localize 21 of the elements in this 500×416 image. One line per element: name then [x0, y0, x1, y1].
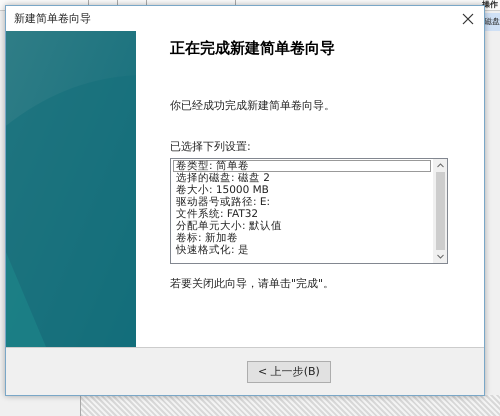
intro-text: 你已经成功完成新建简单卷向导。	[170, 98, 336, 113]
settings-list[interactable]: 卷类型: 简单卷 选择的磁盘: 磁盘 2 卷大小: 15000 MB 驱动器号或路径: E: 文件系统: FAT32 分配单元大小: 默认值 卷标: 新加卷 快速格式化: 是	[170, 158, 448, 264]
settings-item[interactable]: 选择的磁盘: 磁盘 2	[173, 172, 431, 184]
settings-item[interactable]: 卷类型: 简单卷	[173, 160, 431, 172]
scroll-up-icon[interactable]	[436, 163, 444, 168]
settings-item[interactable]: 卷大小: 15000 MB	[173, 184, 431, 196]
settings-item[interactable]: 文件系统: FAT32	[173, 208, 431, 220]
closing-text: 若要关闭此向导，请单击"完成"。	[170, 276, 336, 291]
settings-item[interactable]: 分配单元大小: 默认值	[173, 220, 431, 232]
scroll-down-icon[interactable]	[436, 254, 444, 259]
settings-item[interactable]: 卷标: 新加卷	[173, 232, 431, 244]
wizard-heading: 正在完成新建简单卷向导	[170, 39, 336, 58]
close-icon	[462, 12, 474, 24]
settings-item[interactable]: 驱动器号或路径: E:	[173, 196, 431, 208]
back-button[interactable]: < 上一步(B)	[247, 360, 331, 382]
close-button[interactable]	[460, 10, 476, 26]
settings-label: 已选择下列设置:	[170, 139, 252, 154]
scrollbar-thumb[interactable]	[436, 172, 444, 250]
settings-item[interactable]: 快速格式化: 是	[173, 244, 431, 256]
scrollbar[interactable]	[433, 159, 447, 263]
window-title: 新建简单卷向导	[14, 11, 91, 26]
